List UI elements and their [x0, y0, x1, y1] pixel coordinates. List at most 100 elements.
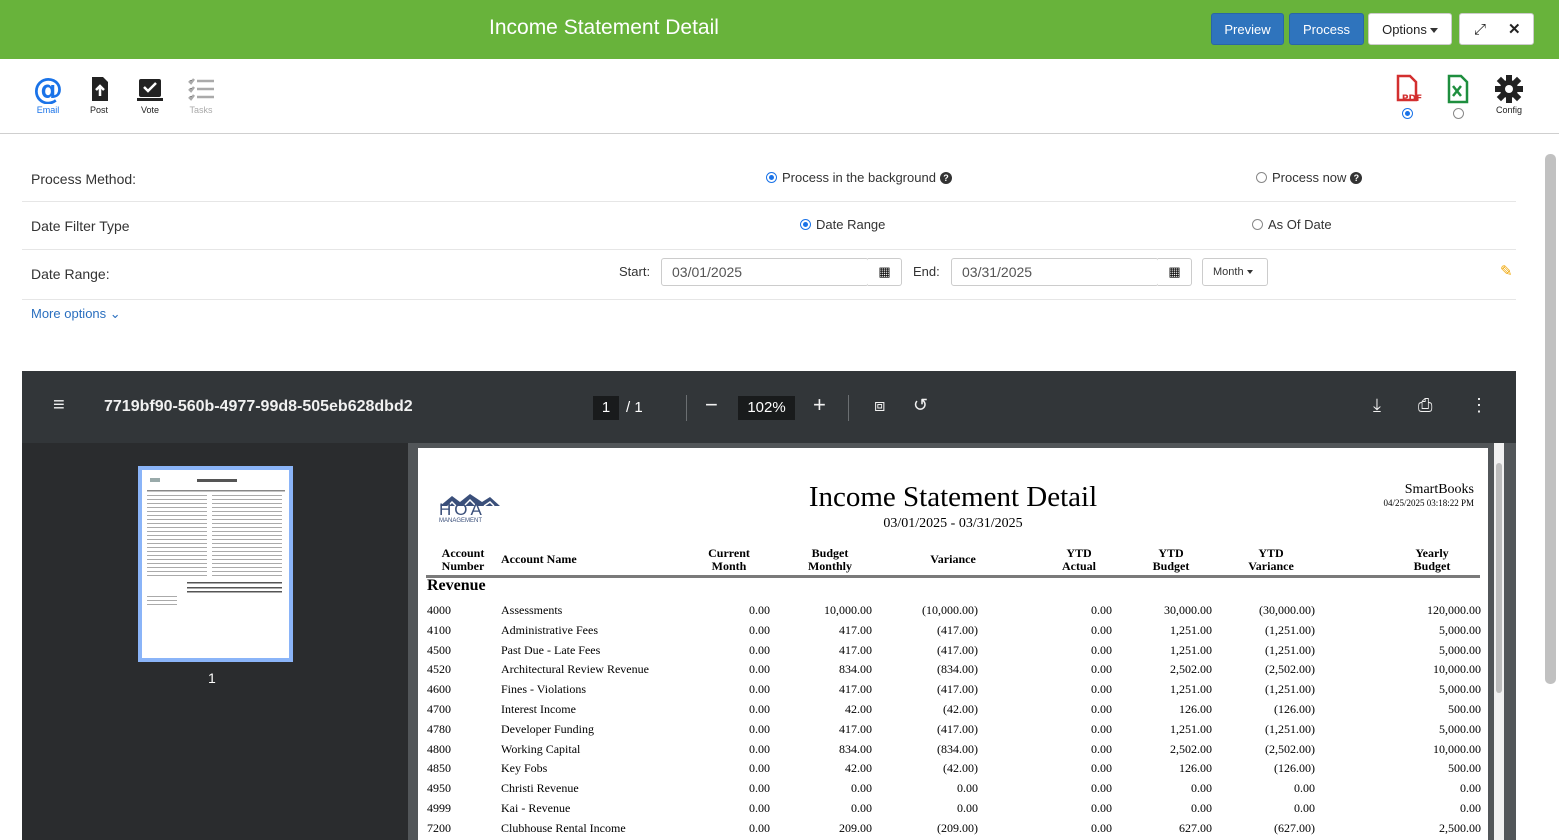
table-row: 4500 Past Due - Late Fees 0.00 417.00 (417.0…: [418, 643, 1488, 663]
as-of-date-radio[interactable]: As Of Date: [1252, 217, 1332, 232]
date-filter-label: Date Filter Type: [31, 218, 130, 234]
page-number-input[interactable]: 1: [593, 396, 619, 420]
page-scrollbar-thumb[interactable]: [1545, 154, 1556, 684]
process-background-radio[interactable]: Process in the background?: [766, 170, 952, 185]
cell-num: 4999: [427, 801, 451, 815]
more-actions-icon[interactable]: ⋮: [1470, 395, 1488, 416]
cell-cur: 0.00: [749, 741, 770, 756]
cell-var: (417.00): [937, 721, 978, 736]
table-row: 4600 Fines - Violations 0.00 417.00 (417.00)…: [418, 682, 1488, 702]
cell-year: 10,000.00: [1433, 662, 1481, 677]
pdf-scrollbar-thumb[interactable]: [1496, 463, 1502, 693]
pdf-viewer-toolbar: ≡ 7719bf90-560b-4977-99d8-505eb628dbd2 1…: [22, 371, 1516, 443]
process-now-radio[interactable]: Process now?: [1256, 170, 1363, 185]
page-title: Income Statement Detail: [489, 16, 719, 39]
date-range-row: Date Range: Start: 03/01/2025 ▦ End: 03/…: [22, 250, 1516, 300]
zoom-in-icon[interactable]: +: [813, 392, 826, 418]
help-icon[interactable]: ?: [1350, 171, 1363, 184]
start-date-input[interactable]: 03/01/2025: [661, 258, 869, 286]
close-icon[interactable]: ✕: [1508, 14, 1521, 46]
radio-unselected-icon: [1256, 172, 1267, 183]
cell-bud: 417.00: [839, 721, 872, 736]
zoom-out-icon[interactable]: −: [705, 392, 718, 418]
post-tool[interactable]: Post: [82, 74, 116, 115]
caret-down-icon: [1429, 28, 1438, 34]
cell-ytdv: (126.00): [1274, 761, 1315, 776]
date-range-radio[interactable]: Date Range: [800, 217, 885, 232]
cell-num: 4950: [427, 781, 451, 796]
col-header-ytd-actual: YTD Actual: [1062, 546, 1096, 573]
cell-name: Architectural Review Revenue: [501, 662, 649, 677]
process-background-label: Process in the background: [782, 170, 936, 185]
excel-radio[interactable]: [1452, 108, 1464, 119]
cell-ytdv: (2,502.00): [1265, 741, 1315, 756]
pdf-output-option[interactable]: PDF: [1390, 74, 1424, 119]
pencil-icon[interactable]: ✎: [1500, 262, 1513, 280]
page-thumbnail[interactable]: [138, 466, 293, 662]
cell-num: 4700: [427, 702, 451, 716]
end-date-input[interactable]: 03/31/2025: [951, 258, 1159, 286]
chevron-down-icon: ⌄: [109, 306, 121, 321]
start-calendar-button[interactable]: ▦: [868, 258, 902, 286]
table-row: 4700 Interest Income 0.00 42.00 (42.00) 0.00 1…: [418, 702, 1488, 722]
process-method-row: Process Method: Process in the backgroun…: [22, 155, 1516, 202]
options-dropdown[interactable]: Options: [1368, 13, 1452, 45]
cell-num: 4500: [427, 642, 451, 657]
more-options-link[interactable]: More options ⌄: [31, 306, 121, 322]
cell-ytdb: 1,251.00: [1170, 622, 1212, 637]
cell-name: Fines - Violations: [501, 682, 587, 697]
expand-icon[interactable]: ⤢: [1474, 14, 1486, 46]
period-label: Month: [1213, 266, 1244, 278]
table-row: 4520 Architectural Review Revenue 0.00 834.…: [418, 662, 1488, 682]
download-icon[interactable]: ⤓: [1373, 395, 1381, 416]
col-header-current-month: Current Month: [708, 546, 750, 573]
cell-num: 7200: [427, 820, 451, 835]
post-icon: [92, 77, 108, 101]
table-row: 4000 Assessments 0.00 10,000.00 (10,000.00) 0…: [418, 603, 1488, 623]
process-now-label: Process now: [1272, 170, 1347, 185]
tasks-tool[interactable]: Tasks: [184, 74, 218, 115]
cell-ytdb: 126.00: [1179, 761, 1212, 776]
cell-var: (10,000.00): [922, 603, 978, 617]
cell-year: 2,500.00: [1439, 820, 1481, 835]
table-row: 4950 Christi Revenue 0.00 0.00 0.00 0.00 0.00 0…: [418, 781, 1488, 801]
cell-ytdb: 126.00: [1179, 702, 1212, 716]
menu-icon[interactable]: ≡: [53, 394, 65, 417]
cell-num: 4600: [427, 682, 451, 697]
print-icon[interactable]: ⎙: [1418, 395, 1432, 416]
preview-button[interactable]: Preview: [1211, 13, 1284, 45]
cell-ytdv: 0.00: [1294, 781, 1315, 796]
cell-cur: 0.00: [749, 662, 770, 677]
cell-cur: 0.00: [749, 820, 770, 835]
help-icon[interactable]: ?: [939, 171, 952, 184]
thumbnail-sidebar: 1: [22, 443, 408, 840]
cell-cur: 0.00: [749, 603, 770, 617]
cell-year: 5,000.00: [1439, 622, 1481, 637]
process-button[interactable]: Process: [1289, 13, 1364, 45]
config-tool[interactable]: Config: [1492, 74, 1526, 115]
page-scrollbar[interactable]: [1543, 134, 1559, 840]
end-calendar-button[interactable]: ▦: [1158, 258, 1192, 286]
zoom-level-input[interactable]: 102%: [738, 396, 795, 420]
window-controls: ⤢ ✕: [1459, 13, 1534, 45]
fit-page-icon[interactable]: ⧈: [874, 395, 885, 416]
cell-var: 0.00: [957, 781, 978, 796]
excel-output-option[interactable]: [1441, 74, 1475, 119]
pdf-filename: 7719bf90-560b-4977-99d8-505eb628dbd2: [104, 398, 413, 415]
cell-name: Past Due - Late Fees: [501, 642, 601, 657]
svg-text:@: @: [33, 74, 63, 104]
cell-ytdv: (2,502.00): [1265, 662, 1315, 677]
vote-tool[interactable]: Vote: [133, 74, 167, 115]
toolbar-divider: [848, 395, 849, 421]
col-header-yearly-budget: Yearly Budget: [1413, 546, 1451, 573]
rotate-icon[interactable]: ↺: [913, 395, 928, 416]
email-tool[interactable]: @ Email: [31, 74, 65, 115]
cell-year: 5,000.00: [1439, 682, 1481, 697]
pdf-radio[interactable]: [1401, 108, 1413, 119]
cell-year: 120,000.00: [1427, 603, 1481, 617]
pdf-viewer: ≡ 7719bf90-560b-4977-99d8-505eb628dbd2 1…: [22, 371, 1516, 840]
cell-bud: 0.00: [851, 781, 872, 796]
pdf-scrollbar[interactable]: [1494, 443, 1504, 840]
report-options-form: Process Method: Process in the backgroun…: [22, 155, 1516, 300]
period-dropdown[interactable]: Month: [1202, 258, 1268, 286]
